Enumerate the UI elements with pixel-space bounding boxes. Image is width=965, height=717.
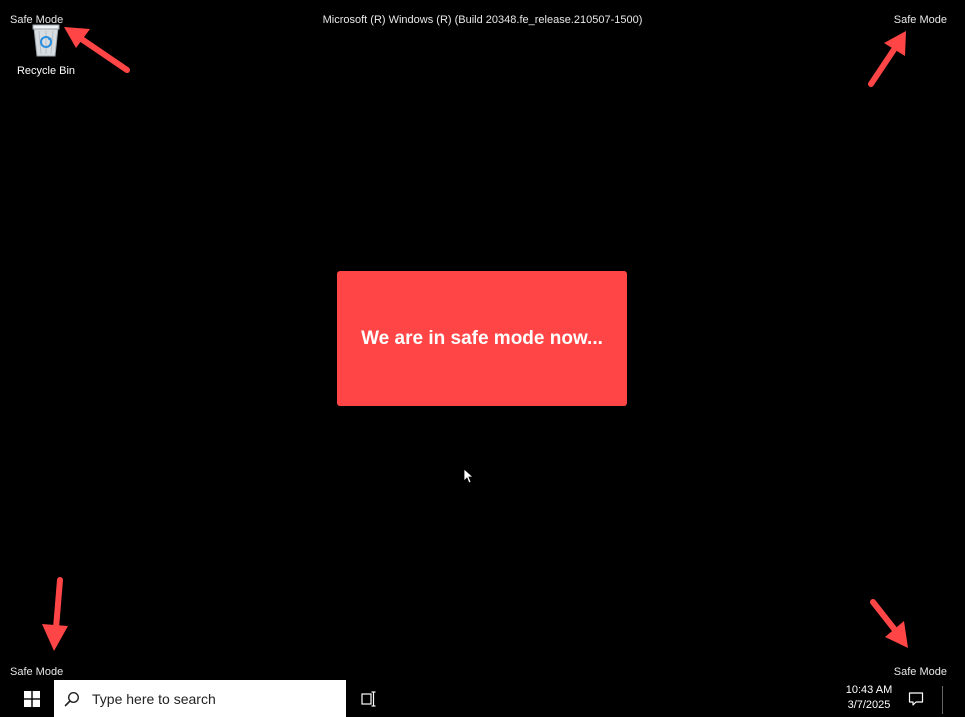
clock-date: 3/7/2025 [847,699,891,711]
desktop-icon-label: Recycle Bin [16,65,76,77]
build-string: Microsoft (R) Windows (R) (Build 20348.f… [322,14,643,26]
safe-mode-banner: We are in safe mode now... [337,271,627,406]
safe-mode-label-top-right: Safe Mode [893,14,947,26]
safe-mode-label-bottom-right: Safe Mode [893,666,947,678]
annotation-arrowhead-bottom-right [885,621,908,648]
taskbar-clock[interactable]: 10:43 AM 3/7/2025 [838,683,900,713]
desktop-icon-recycle-bin[interactable]: Recycle Bin [12,22,80,77]
task-view-icon [361,690,376,707]
taskbar-search-box[interactable] [54,680,346,717]
annotation-arrowhead-bottom-left [42,624,68,651]
search-icon [64,690,82,708]
safe-mode-label-bottom-left: Safe Mode [10,666,64,678]
recycle-bin-icon [32,24,60,57]
annotation-arrow-top-right [868,45,898,87]
action-center-icon [908,691,924,706]
start-button[interactable] [14,680,50,717]
action-center-button[interactable] [903,680,929,717]
banner-text: We are in safe mode now... [361,327,603,349]
task-view-button[interactable] [356,680,382,717]
annotation-arrow-bottom-left [53,577,63,631]
desktop: Safe Mode Microsoft (R) Windows (R) (Bui… [0,0,965,680]
annotation-arrow-bottom-right [870,599,898,633]
mouse-cursor-icon [463,468,473,484]
search-input[interactable] [90,689,334,708]
annotation-arrowhead-top-right [884,31,906,56]
annotation-arrow-top-left [77,35,130,73]
taskbar: 10:43 AM 3/7/2025 [0,680,965,717]
clock-time: 10:43 AM [845,684,893,696]
show-desktop-button[interactable] [942,686,943,714]
windows-logo-icon [24,690,40,707]
